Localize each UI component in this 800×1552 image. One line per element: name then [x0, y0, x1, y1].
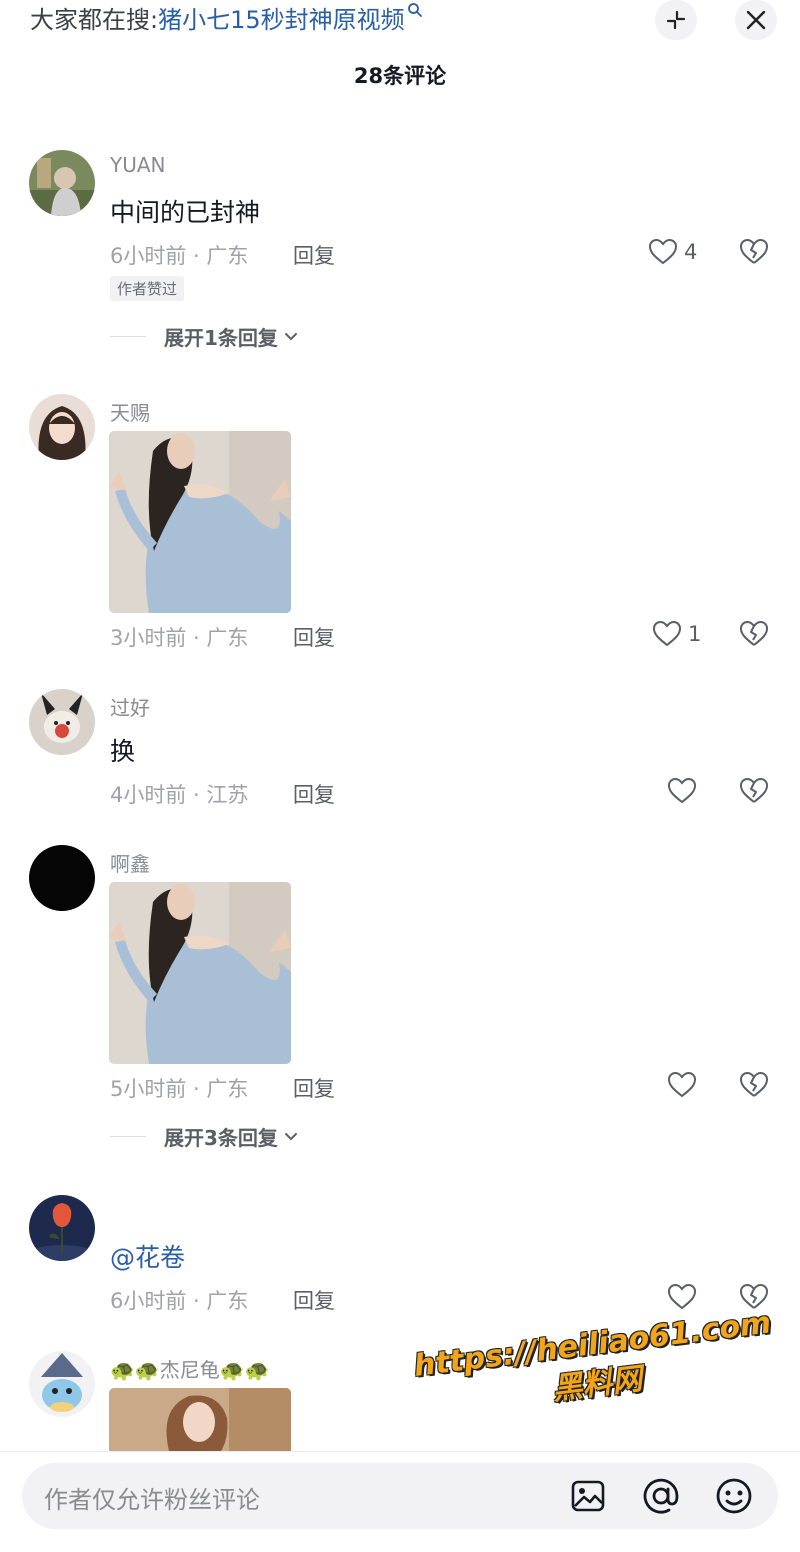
avatar[interactable] [29, 394, 95, 460]
reply-button[interactable]: 回复 [293, 779, 335, 809]
broken-heart-icon [740, 239, 768, 264]
reply-button[interactable]: 回复 [293, 1285, 335, 1315]
comment-username[interactable]: 过好 [110, 692, 150, 721]
heart-icon [648, 238, 678, 265]
avatar[interactable] [29, 150, 95, 216]
heart-icon [667, 1283, 697, 1310]
mention-icon [643, 1478, 679, 1514]
top-bar: 大家都在搜:猪小七15秒封神原视频 [0, 0, 800, 40]
image-icon [571, 1480, 605, 1512]
reply-button[interactable]: 回复 [293, 1073, 335, 1103]
comment-meta: 6小时前 · 广东 [110, 244, 249, 268]
expand-replies-button[interactable]: 展开3条回复 [110, 1122, 298, 1151]
expand-replies-button[interactable]: 展开1条回复 [110, 322, 298, 351]
dislike-button[interactable] [738, 777, 770, 809]
bottom-divider [0, 1451, 800, 1452]
like-button[interactable] [667, 1071, 703, 1099]
comment-input[interactable]: 作者仅允许粉丝评论 [22, 1463, 778, 1529]
divider-line [110, 336, 146, 337]
insert-image-button[interactable] [568, 1476, 608, 1516]
reply-button[interactable]: 回复 [293, 622, 335, 652]
comment-username[interactable]: 🐢🐢杰尼龟🐢🐢 [110, 1354, 270, 1383]
comment-text: 中间的已封神 [110, 198, 261, 227]
like-button[interactable]: 4 [648, 238, 697, 266]
dislike-button[interactable] [738, 1071, 770, 1103]
avatar[interactable] [29, 1195, 95, 1261]
like-button[interactable] [667, 777, 703, 805]
heart-icon [667, 1071, 697, 1098]
broken-heart-icon [740, 778, 768, 803]
heart-icon [667, 777, 697, 804]
emoji-button[interactable] [714, 1476, 754, 1516]
like-count: 4 [684, 240, 698, 264]
avatar[interactable] [29, 1351, 95, 1417]
site-watermark: https://heiliao61.com 黑料网 [402, 1302, 789, 1428]
dislike-button[interactable] [738, 238, 770, 270]
comment-meta: 6小时前 · 广东 [110, 1289, 249, 1313]
avatar[interactable] [29, 845, 95, 911]
heart-icon [652, 620, 682, 647]
expand-replies-label: 展开1条回复 [164, 326, 278, 350]
broken-heart-icon [740, 621, 768, 646]
collapse-icon [666, 10, 686, 30]
close-button[interactable] [735, 0, 777, 40]
collapse-button[interactable] [655, 0, 697, 40]
chevron-down-icon [284, 332, 297, 340]
comment-username[interactable]: 啊鑫 [110, 848, 150, 877]
search-icon [407, 3, 422, 17]
author-liked-badge: 作者赞过 [110, 276, 185, 301]
emoji-icon [716, 1478, 752, 1514]
comment-input-placeholder: 作者仅允许粉丝评论 [44, 1486, 260, 1514]
avatar[interactable] [29, 689, 95, 755]
comment-image[interactable] [109, 1388, 291, 1451]
comment-count: 28条评论 [353, 64, 447, 88]
close-icon [746, 10, 766, 30]
comment-image[interactable] [109, 882, 291, 1064]
trending-search-query[interactable]: 猪小七15秒封神原视频 [158, 6, 405, 34]
comment-meta: 5小时前 · 广东 [110, 1077, 249, 1101]
like-button[interactable] [667, 1283, 703, 1311]
expand-replies-label: 展开3条回复 [164, 1126, 278, 1150]
trending-search-prefix: 大家都在搜: [30, 6, 159, 34]
like-button[interactable]: 1 [652, 620, 701, 648]
comment-meta: 4小时前 · 江苏 [110, 783, 249, 807]
like-count: 1 [688, 622, 702, 646]
comment-meta: 3小时前 · 广东 [110, 626, 249, 650]
dislike-button[interactable] [738, 620, 770, 652]
comment-username[interactable]: YUAN [110, 153, 166, 177]
comment-username[interactable]: 天赐 [110, 397, 150, 426]
divider-line [110, 1136, 146, 1137]
reply-button[interactable]: 回复 [293, 240, 335, 270]
broken-heart-icon [740, 1072, 768, 1097]
trending-search[interactable]: 大家都在搜:猪小七15秒封神原视频 [30, 2, 423, 37]
comment-mention[interactable]: @花卷 [110, 1238, 185, 1274]
chevron-down-icon [284, 1132, 297, 1140]
mention-button[interactable] [641, 1476, 681, 1516]
comment-text: 换 [110, 737, 136, 766]
comment-image[interactable] [109, 431, 291, 613]
